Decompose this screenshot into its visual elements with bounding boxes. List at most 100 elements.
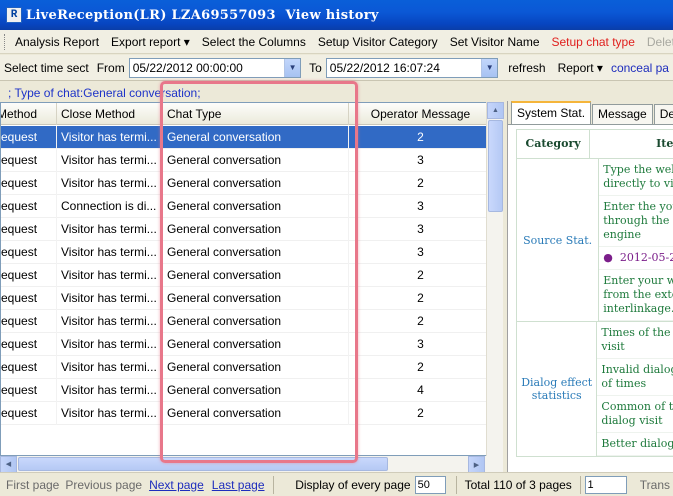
pagination-bar: First page Previous page Next page Last …: [0, 472, 673, 496]
cell-method: request: [1, 218, 57, 241]
page-number-input[interactable]: 1: [584, 475, 627, 494]
stats-header-item: Item: [656, 137, 673, 150]
column-header-operator-message[interactable]: Operator Message: [349, 103, 486, 125]
set-visitor-name-button[interactable]: Set Visitor Name: [444, 35, 546, 49]
stats-header: Category Item: [516, 129, 673, 159]
chevron-down-icon[interactable]: ▼: [284, 58, 301, 77]
table-row[interactable]: request Visitor has termi... General conve…: [1, 356, 486, 379]
cell-chat-type: General conversation: [163, 264, 349, 287]
table-row[interactable]: request Visitor has termi... General conve…: [1, 310, 486, 333]
setup-chat-type-button[interactable]: Setup chat type: [546, 35, 641, 49]
stats-item: Invalid dialog of times: [597, 359, 673, 396]
table-row[interactable]: request Visitor has termi... General conve…: [1, 218, 486, 241]
cell-operator-message: 3: [349, 241, 486, 264]
export-report-menu[interactable]: Export report ▾: [105, 35, 196, 49]
column-header-method[interactable]: Method: [1, 103, 57, 125]
cell-operator-message: 2: [349, 172, 486, 195]
to-date-picker[interactable]: 05/22/2012 16:07:24 ▼: [325, 57, 499, 78]
report-menu[interactable]: Report ▾: [554, 61, 607, 75]
from-date-picker[interactable]: 05/22/2012 00:00:00 ▼: [128, 57, 302, 78]
cell-close-method: Visitor has termi...: [57, 172, 163, 195]
cell-method: request: [1, 287, 57, 310]
stats-item: Enter your we from the exter interlinkag…: [599, 270, 673, 321]
horizontal-scroll-thumb[interactable]: [18, 457, 388, 471]
cell-chat-type: General conversation: [163, 379, 349, 402]
cell-close-method: Connection is di...: [57, 195, 163, 218]
cell-operator-message: 3: [349, 218, 486, 241]
previous-page-button[interactable]: Previous page: [62, 478, 145, 492]
delete-button[interactable]: Delete: [641, 35, 673, 49]
stats-item: Enter the your through the se engine: [599, 196, 673, 247]
select-columns-button[interactable]: Select the Columns: [196, 35, 312, 49]
from-label: From: [96, 60, 125, 75]
stats-item: Times of the n visit: [597, 322, 673, 359]
table-row[interactable]: request Visitor has termi... General conve…: [1, 264, 486, 287]
table-row[interactable]: request Visitor has termi... General conve…: [1, 126, 486, 149]
cell-method: request: [1, 195, 57, 218]
display-per-page-label: Display of every page: [295, 477, 411, 492]
title-bar: R LiveReception(LR) LZA69557093 View his…: [0, 0, 673, 30]
tab-message[interactable]: Message: [592, 104, 653, 124]
cell-close-method: Visitor has termi...: [57, 379, 163, 402]
chevron-down-icon[interactable]: ▼: [481, 58, 498, 77]
table-row[interactable]: request Visitor has termi... General conve…: [1, 333, 486, 356]
cell-method: request: [1, 379, 57, 402]
column-header-chat-type[interactable]: Chat Type: [163, 103, 349, 125]
cell-operator-message: 2: [349, 287, 486, 310]
grid-body: request Visitor has termi... General conve…: [1, 126, 486, 425]
stats-table: Category Item Source Stat.Type the web d…: [516, 129, 673, 457]
table-row[interactable]: request Visitor has termi... General conve…: [1, 149, 486, 172]
table-row[interactable]: request Visitor has termi... General conve…: [1, 241, 486, 264]
cell-chat-type: General conversation: [163, 333, 349, 356]
toolbar-grip: [4, 33, 5, 50]
setup-visitor-category-button[interactable]: Setup Visitor Category: [312, 35, 444, 49]
transfer-page-button[interactable]: Trans: [637, 478, 673, 492]
cell-method: request: [1, 126, 57, 149]
cell-chat-type: General conversation: [163, 356, 349, 379]
horizontal-scrollbar[interactable]: ◀ ▶: [0, 455, 503, 473]
cell-method: request: [1, 264, 57, 287]
per-page-input[interactable]: 50: [414, 475, 446, 494]
table-row[interactable]: request Visitor has termi... General conve…: [1, 402, 486, 425]
cell-method: request: [1, 172, 57, 195]
cell-method: request: [1, 356, 57, 379]
stats-item: Common of th dialog visit: [597, 396, 673, 433]
table-row[interactable]: request Visitor has termi... General conve…: [1, 379, 486, 402]
table-row[interactable]: request Visitor has termi... General conve…: [1, 287, 486, 310]
vertical-scrollbar[interactable]: ▲: [486, 102, 504, 456]
cell-chat-type: General conversation: [163, 218, 349, 241]
cell-chat-type: General conversation: [163, 402, 349, 425]
cell-method: request: [1, 241, 57, 264]
separator: [579, 475, 581, 494]
history-grid[interactable]: Method Close Method Chat Type Operator M…: [0, 102, 487, 456]
cell-operator-message: 4: [349, 379, 486, 402]
to-label: To: [309, 60, 322, 75]
scroll-right-icon[interactable]: ▶: [468, 456, 485, 473]
next-page-link[interactable]: Next page: [145, 478, 208, 492]
column-header-close-method[interactable]: Close Method: [57, 103, 163, 125]
table-row[interactable]: request Visitor has termi... General conve…: [1, 172, 486, 195]
tab-system-stat[interactable]: System Stat.: [511, 101, 592, 124]
grid-header: Method Close Method Chat Type Operator M…: [1, 103, 486, 125]
last-page-link[interactable]: Last page: [208, 478, 269, 492]
stats-items: Type the web directly to visiEnter the y…: [599, 159, 673, 321]
table-row[interactable]: request Connection is di... General conver…: [1, 195, 486, 218]
scroll-left-icon[interactable]: ◀: [0, 455, 17, 473]
refresh-button[interactable]: refresh: [504, 61, 549, 75]
cell-close-method: Visitor has termi...: [57, 126, 163, 149]
vertical-scroll-thumb[interactable]: [488, 120, 503, 212]
cell-close-method: Visitor has termi...: [57, 310, 163, 333]
conceal-panel-link[interactable]: conceal pa: [607, 61, 673, 75]
stats-items: Times of the n visitInvalid dialog of ti…: [597, 322, 673, 456]
first-page-button[interactable]: First page: [0, 478, 62, 492]
cell-close-method: Visitor has termi...: [57, 149, 163, 172]
cell-chat-type: General conversation: [163, 310, 349, 333]
cell-operator-message: 2: [349, 356, 486, 379]
cell-close-method: Visitor has termi...: [57, 356, 163, 379]
scroll-up-icon[interactable]: ▲: [487, 102, 504, 119]
tab-details[interactable]: Deta: [653, 104, 673, 124]
stats-body: Source Stat.Type the web directly to vis…: [516, 159, 673, 457]
analysis-report-button[interactable]: Analysis Report: [9, 35, 105, 49]
stats-panel: System Stat. Message Deta Category Item …: [507, 101, 673, 472]
stats-section: Dialog effect statisticsTimes of the n v…: [516, 322, 673, 457]
